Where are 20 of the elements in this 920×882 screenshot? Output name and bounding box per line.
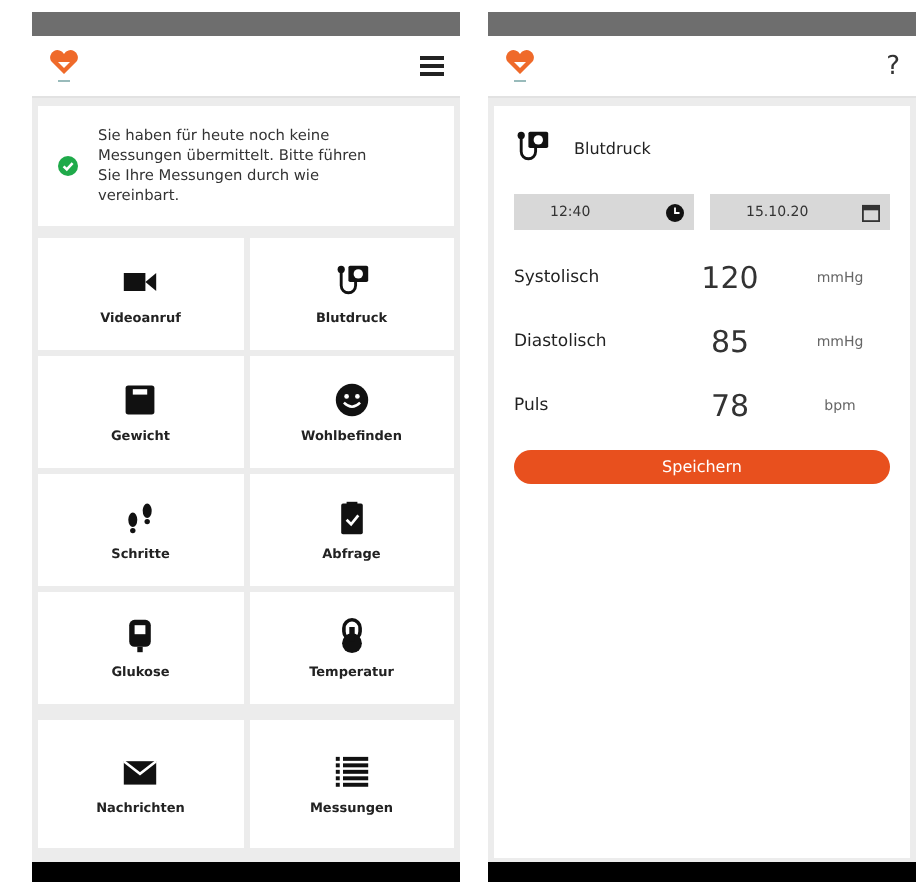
list-icon [333,753,370,789]
measurement-title: Blutdruck [574,139,651,157]
measurement-label: Systolisch [514,268,602,288]
scale-icon [122,381,159,417]
measurement-value[interactable]: 78 [670,388,790,424]
heart-logo-icon [504,48,536,84]
heart-logo-icon [48,48,80,84]
blood-pressure-cuff-icon [514,130,550,166]
calendar-icon [862,203,880,221]
smiley-icon [333,381,370,417]
save-button[interactable]: Speichern [514,450,890,484]
menu-icon[interactable] [420,56,444,76]
measurement-value[interactable]: 85 [670,324,790,360]
measurement-label: Diastolisch [514,332,609,352]
blood-pressure-cuff-icon [333,263,370,299]
measurement-value[interactable]: 120 [670,260,790,296]
clock-icon [666,203,684,221]
check-circle-icon [58,156,78,176]
measurement-label: Puls [514,396,551,416]
help-button[interactable]: ? [886,51,900,81]
